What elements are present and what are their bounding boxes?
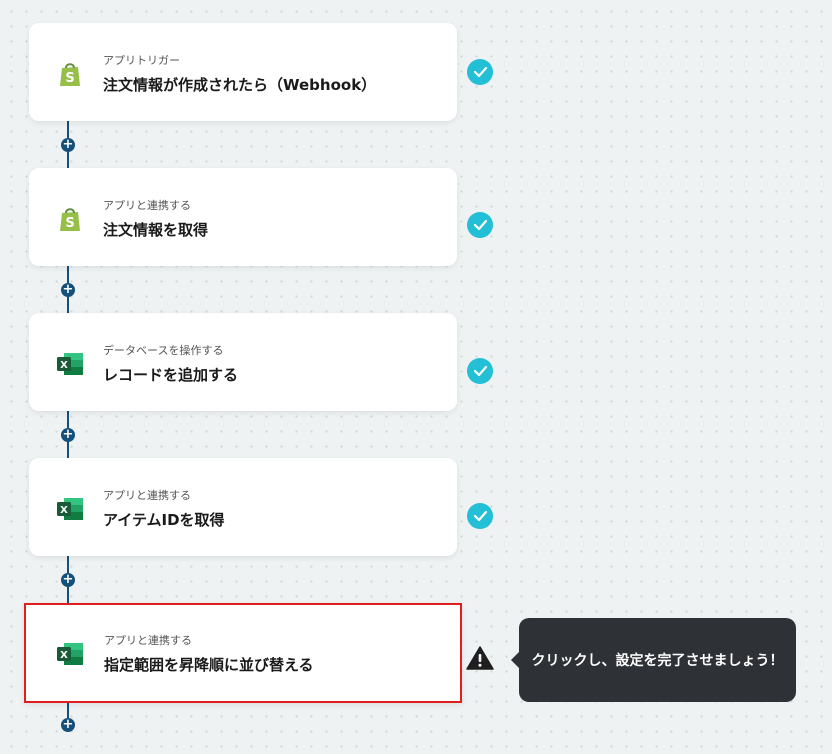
shopify-icon: S (60, 208, 80, 231)
flow-step-card[interactable]: S アプリと連携する 注文情報を取得 (29, 168, 457, 266)
check-icon (467, 59, 493, 85)
svg-text:S: S (65, 216, 74, 231)
flow-step-card-selected[interactable]: X アプリと連携する 指定範囲を昇降順に並び替える (24, 603, 462, 703)
step-type-label: アプリと連携する (104, 634, 192, 647)
step-title: 注文情報を取得 (103, 221, 209, 239)
warning-icon (466, 646, 494, 670)
svg-text:S: S (65, 71, 74, 86)
step-title: 注文情報が作成されたら（Webhook） (103, 76, 377, 94)
check-icon (467, 358, 493, 384)
step-title: 指定範囲を昇降順に並び替える (104, 656, 314, 674)
setup-tooltip: クリックし、設定を完了させましょう！ (511, 618, 796, 702)
add-step-button[interactable]: + (61, 428, 75, 442)
step-title: レコードを追加する (103, 366, 239, 384)
svg-text:X: X (60, 505, 68, 516)
step-type-label: アプリトリガー (103, 54, 180, 67)
add-step-button[interactable]: + (61, 283, 75, 297)
add-step-button[interactable]: + (61, 718, 75, 732)
svg-text:X: X (60, 650, 68, 661)
excel-icon: X (57, 353, 83, 375)
flow-step-card[interactable]: X データベースを操作する レコードを追加する (29, 313, 457, 411)
flow-step-card[interactable]: S アプリトリガー 注文情報が作成されたら（Webhook） (29, 23, 457, 121)
flow-step-card[interactable]: X アプリと連携する アイテムIDを取得 (29, 458, 457, 556)
step-type-label: アプリと連携する (103, 489, 191, 502)
svg-text:X: X (60, 360, 68, 371)
shopify-icon: S (60, 63, 80, 86)
excel-icon: X (57, 643, 83, 665)
add-step-button[interactable]: + (61, 138, 75, 152)
step-type-label: データベースを操作する (103, 344, 224, 357)
excel-icon: X (57, 498, 83, 520)
check-icon (467, 212, 493, 238)
step-title: アイテムIDを取得 (103, 511, 225, 529)
tooltip-text: クリックし、設定を完了させましょう！ (531, 653, 784, 669)
add-step-button[interactable]: + (61, 573, 75, 587)
step-type-label: アプリと連携する (103, 199, 191, 212)
check-icon (467, 503, 493, 529)
